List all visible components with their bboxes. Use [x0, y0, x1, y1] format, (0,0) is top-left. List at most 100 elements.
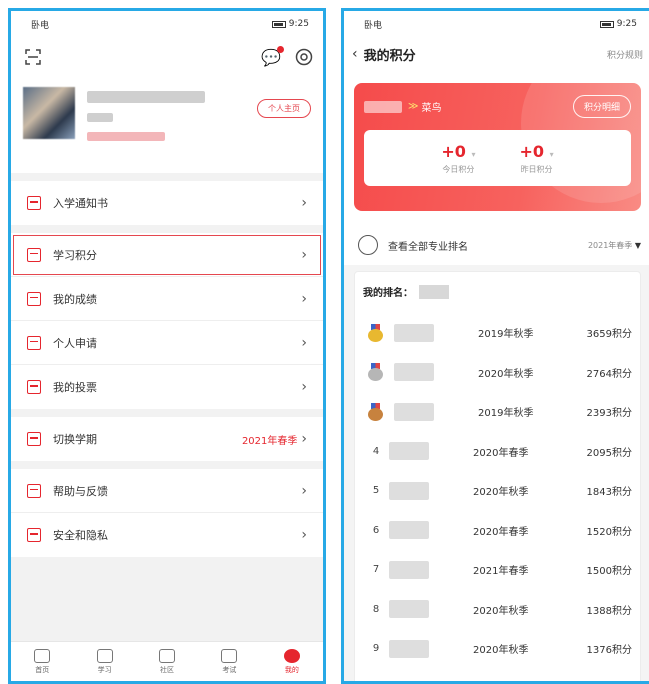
rules-link[interactable]: 积分规则 [607, 48, 643, 61]
tab-label: 学习 [97, 665, 112, 674]
semester-value: 2021年春季 [587, 240, 633, 250]
user-id-redacted [87, 113, 113, 122]
message-icon[interactable]: 💬 [261, 45, 284, 67]
menu-group: 入学通知书 › [11, 181, 323, 225]
rank-number: 6 [372, 524, 380, 536]
today-points-label: 今日积分 [442, 164, 475, 174]
menu-item-label: 安全和隐私 [53, 529, 108, 542]
tab-item[interactable]: 考试 [198, 642, 260, 681]
rank-points: 3659积分 [586, 329, 632, 341]
username-redacted [389, 442, 429, 461]
rank-points: 2764积分 [586, 368, 632, 380]
tab-icon [34, 648, 51, 663]
menu-item[interactable]: 切换学期 2021年春季 › [11, 417, 323, 461]
top-bar: 💬 [11, 37, 323, 77]
menu-item[interactable]: 我的成绩 › [11, 277, 323, 321]
rank-number: 7 [372, 564, 380, 576]
rank-semester: 2020年春季 [473, 447, 529, 459]
tab-item[interactable]: 我的 [261, 642, 323, 681]
chevron-right-icon: › [301, 246, 307, 263]
status-bar: 卧电 9:25 [11, 11, 323, 37]
level-name: 菜鸟 [421, 103, 442, 114]
my-rank-redacted [419, 284, 449, 299]
carrier-label: 卧电 [31, 20, 50, 31]
menu-item[interactable]: 帮助与反馈 › [11, 469, 323, 513]
clock: 9:25 [616, 19, 637, 29]
menu-group: 学习积分 › 我的成绩 › 个人申请 › 我的投票 › [11, 233, 323, 409]
tab-item[interactable]: 社区 [136, 642, 198, 681]
ranking-list: 我的排名： 2019年秋季 3659积分 2020年秋季 2764积分 2019年秋季 2… [354, 271, 641, 681]
medal-icon [368, 363, 383, 382]
rank-points: 1388积分 [586, 605, 632, 617]
chevron-right-icon: › [301, 527, 307, 543]
username-redacted [364, 100, 402, 113]
menu-item-label: 切换学期 [53, 433, 97, 446]
scan-icon[interactable] [25, 49, 41, 65]
tab-label: 首页 [35, 665, 50, 674]
back-icon[interactable]: ‹ [352, 46, 358, 62]
menu-group: 切换学期 2021年春季 › [11, 417, 323, 461]
menu-item-label: 入学通知书 [53, 197, 108, 210]
username-redacted [389, 600, 429, 619]
chevron-right-icon: › [301, 195, 307, 211]
menu-item[interactable]: 学习积分 › [11, 233, 323, 277]
all-major-ranking-row: 查看全部专业排名 2021年春季 ▼ [344, 221, 649, 265]
all-ranking-radio[interactable] [358, 235, 378, 255]
today-points-value: +0 [441, 141, 466, 161]
ranking-row: 2019年秋季 2393积分 [363, 392, 632, 432]
bottom-tab-bar: 首页 学习 社区 考试 我的 [11, 641, 323, 681]
rank-number: 4 [372, 445, 380, 457]
level-icon: ≫ [408, 101, 419, 112]
page-title: 我的积分 [363, 48, 416, 64]
menu-item-icon [27, 291, 41, 306]
user-tag-redacted [87, 132, 165, 141]
menu-item[interactable]: 个人申请 › [11, 321, 323, 365]
tab-icon [159, 648, 176, 663]
rank-semester: 2021年春季 [473, 566, 529, 578]
points-screen: 卧电 9:25 ‹ 我的积分 积分规则 ≫ 菜鸟 积分明细 +0 ▾ 今日积分 … [341, 8, 649, 684]
menu-item[interactable]: 安全和隐私 › [11, 513, 323, 557]
yesterday-points: +0 ▾ 昨日积分 [520, 142, 554, 175]
profile-info [87, 87, 245, 151]
tab-icon [283, 648, 300, 663]
menu-item[interactable]: 我的投票 › [11, 365, 323, 409]
username-redacted [394, 323, 434, 342]
notification-dot [277, 45, 284, 53]
menu-item-label: 学习积分 [53, 248, 97, 262]
tab-label: 考试 [222, 665, 237, 674]
points-card-wrap: ≫ 菜鸟 积分明细 +0 ▾ 今日积分 +0 ▾ 昨日积分 [344, 71, 649, 221]
menu: 入学通知书 › 学习积分 › 我的成绩 › 个人申请 › 我的投票 › 切换学期 2021年春季 › 帮助… [11, 181, 323, 557]
chevron-right-icon: › [301, 334, 307, 351]
tab-icon [96, 648, 113, 663]
username-redacted [389, 481, 429, 500]
rank-semester: 2020年秋季 [473, 605, 529, 617]
settings-icon[interactable] [295, 48, 313, 66]
battery-icon [271, 20, 286, 28]
menu-item[interactable]: 入学通知书 › [11, 181, 323, 225]
menu-item-label: 帮助与反馈 [53, 484, 108, 498]
rank-number: 8 [372, 603, 380, 615]
points-detail-button[interactable]: 积分明细 [572, 95, 631, 118]
menu-item-label: 我的成绩 [53, 292, 97, 306]
today-points: +0 ▾ 今日积分 [441, 142, 475, 175]
tab-item[interactable]: 学习 [73, 642, 135, 681]
all-ranking-label[interactable]: 查看全部专业排名 [388, 238, 588, 253]
ranking-row: 7 2021年春季 1500积分 [363, 550, 632, 590]
avatar[interactable] [23, 87, 75, 139]
rank-points: 1500积分 [586, 566, 632, 578]
username-redacted [389, 560, 429, 579]
menu-item-icon [27, 380, 41, 394]
homepage-button[interactable]: 个人主页 [257, 99, 311, 118]
clock: 9:25 [288, 19, 309, 29]
username-redacted [389, 639, 429, 658]
tab-icon [221, 648, 238, 663]
rank-points: 2095积分 [586, 447, 632, 459]
semester-select[interactable]: 2021年春季 ▼ [588, 240, 641, 251]
yesterday-points-label: 昨日积分 [520, 164, 553, 174]
rank-number: 5 [372, 485, 380, 497]
points-stats: +0 ▾ 今日积分 +0 ▾ 昨日积分 [364, 130, 631, 186]
username-redacted [389, 521, 429, 540]
tab-item[interactable]: 首页 [11, 642, 73, 681]
rank-semester: 2020年秋季 [478, 368, 534, 380]
menu-item-icon [27, 528, 41, 542]
